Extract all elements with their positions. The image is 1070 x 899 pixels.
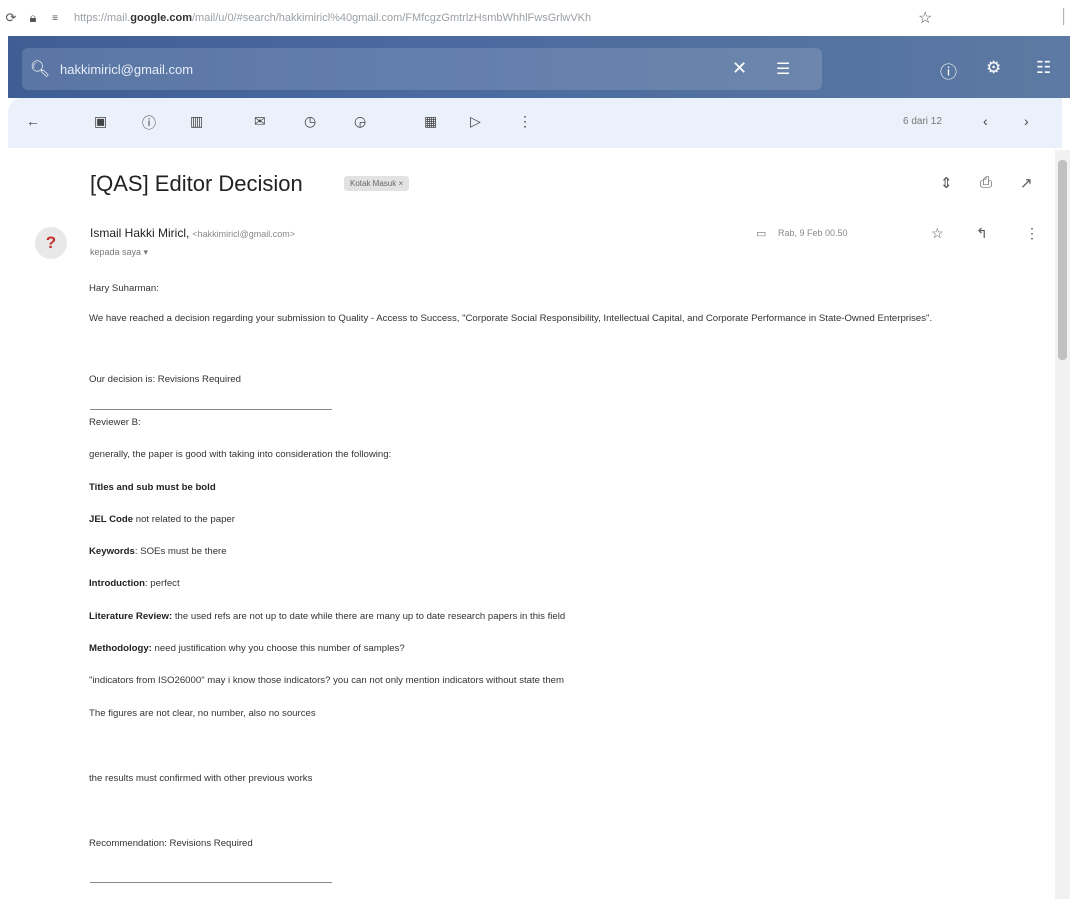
archive-icon[interactable]: ▣ xyxy=(94,113,107,130)
mark-unread-icon[interactable]: ✉ xyxy=(254,113,266,130)
pagination-text: 6 dari 12 xyxy=(903,116,942,127)
scrollbar[interactable] xyxy=(1055,150,1070,899)
general-line: generally, the paper is good with taking… xyxy=(89,449,392,460)
methodology-label: Methodology: xyxy=(89,643,152,654)
search-bar: 🔍︎ ✕ ☰ xyxy=(22,48,822,90)
literature-text: the used refs are not up to date while t… xyxy=(172,611,566,622)
prev-message-icon[interactable]: ‹ xyxy=(983,113,988,129)
browser-menu-icon[interactable]: │ xyxy=(1060,8,1069,24)
introduction-label: Introduction xyxy=(89,578,145,589)
greeting: Hary Suharman: xyxy=(89,283,159,294)
search-icon[interactable]: 🔍︎ xyxy=(22,59,58,79)
indicators-line: "indicators from ISO26000" may i know th… xyxy=(89,675,565,686)
star-icon[interactable]: ☆ xyxy=(931,225,944,242)
keywords-text: : SOEs must be there xyxy=(134,546,227,557)
results-line: the results must confirmed with other pr… xyxy=(89,773,313,784)
url-domain: google.com xyxy=(130,12,192,24)
snooze-icon[interactable]: ◷ xyxy=(304,113,316,130)
attachment-label-icon: ▭ xyxy=(756,228,767,240)
add-to-tasks-icon[interactable]: ◶ xyxy=(354,113,366,130)
help-icon[interactable]: ⓘ xyxy=(940,58,957,83)
jel-line: JEL Code not related to the paper xyxy=(89,513,235,527)
recommendation-line: Recommendation: Revisions Required xyxy=(89,838,253,849)
url-field[interactable]: https://mail.google.com/mail/u/0/#search… xyxy=(74,12,834,24)
report-spam-icon[interactable]: ⓘ xyxy=(142,113,156,133)
figures-line: The figures are not clear, no number, al… xyxy=(89,708,316,719)
apps-grid-icon[interactable]: ☷ xyxy=(1036,58,1051,78)
delete-icon[interactable]: ▥ xyxy=(190,113,203,130)
expand-icon[interactable]: ⇕ xyxy=(940,174,953,192)
reply-icon[interactable]: ↰ xyxy=(976,225,988,242)
sender-email: <hakkimiricl@gmail.com> xyxy=(192,229,296,239)
introduction-line: Introduction: perfect xyxy=(89,577,180,591)
bookmark-star-icon[interactable]: ☆ xyxy=(918,8,932,28)
message-toolbar: ← ▣ ⓘ ▥ ✉ ◷ ◶ ▦ ▷ ⋮ 6 dari 12 ‹ › xyxy=(8,98,1062,148)
methodology-line: Methodology: need justification why you … xyxy=(89,642,405,656)
keywords-line: Keywords: SOEs must be there xyxy=(89,545,227,559)
reviewer-line: Reviewer B: xyxy=(89,417,141,428)
literature-line: Literature Review: the used refs are not… xyxy=(89,610,565,624)
search-input[interactable] xyxy=(58,60,682,78)
gmail-header: 🔍︎ ✕ ☰ ⓘ ⚙ ☷ xyxy=(8,36,1070,98)
introduction-text: : perfect xyxy=(144,578,180,589)
next-message-icon[interactable]: › xyxy=(1024,113,1029,129)
scrollbar-thumb[interactable] xyxy=(1058,160,1067,360)
methodology-text: need justification why you choose this n… xyxy=(151,643,405,654)
message-subject: [QAS] Editor Decision xyxy=(90,171,303,196)
literature-label: Literature Review: xyxy=(89,611,173,622)
recipient-dropdown[interactable]: kepada saya ▾ xyxy=(90,247,148,258)
url-suffix: /mail/u/0/#search/hakkimiricl%40gmail.co… xyxy=(191,12,592,24)
message-more-icon[interactable]: ⋮ xyxy=(1025,225,1039,242)
clear-search-icon[interactable]: ✕ xyxy=(732,58,747,79)
divider-line xyxy=(90,409,332,410)
sender-name: Ismail Hakki Miricl, <hakkimiricl@gmail.c… xyxy=(90,226,295,240)
message-time: Rab, 9 Feb 00.50 xyxy=(778,228,848,238)
search-options-icon[interactable]: ☰ xyxy=(776,59,790,79)
reload-icon[interactable]: ⟳ xyxy=(2,10,20,26)
decision-line: Our decision is: Revisions Required xyxy=(89,374,241,385)
avatar: ? xyxy=(35,227,67,259)
url-prefix: https://mail. xyxy=(74,12,131,24)
message-view: ← ▣ ⓘ ▥ ✉ ◷ ◶ ▦ ▷ ⋮ 6 dari 12 ‹ › [QAS] … xyxy=(8,98,1062,899)
move-to-icon[interactable]: ▦ xyxy=(424,113,437,130)
site-settings-icon[interactable]: ≡ xyxy=(46,13,64,24)
more-options-icon[interactable]: ⋮ xyxy=(518,113,532,130)
jel-label: JEL Code xyxy=(89,514,134,525)
titles-line: Titles and sub must be bold xyxy=(89,481,216,495)
lock-icon[interactable]: 🔒︎ xyxy=(24,10,42,26)
settings-gear-icon[interactable]: ⚙ xyxy=(986,58,1001,78)
back-arrow-icon[interactable]: ← xyxy=(26,113,40,129)
open-new-window-icon[interactable]: ↗ xyxy=(1020,174,1033,192)
label-icon[interactable]: ▷ xyxy=(470,113,481,130)
inbox-label-chip[interactable]: Kotak Masuk × xyxy=(344,176,410,191)
jel-text: not related to the paper xyxy=(133,514,235,525)
divider-line-bottom xyxy=(90,882,332,883)
print-icon[interactable]: ⎙ xyxy=(980,174,992,191)
intro-paragraph: We have reached a decision regarding you… xyxy=(89,313,933,324)
sender-name-text: Ismail Hakki Miricl, xyxy=(90,226,190,240)
keywords-label: Keywords xyxy=(89,546,135,557)
browser-address-bar: ⟳ 🔒︎ ≡ https://mail.google.com/mail/u/0/… xyxy=(0,0,1070,36)
titles-text: Titles and sub must be bold xyxy=(89,482,216,493)
